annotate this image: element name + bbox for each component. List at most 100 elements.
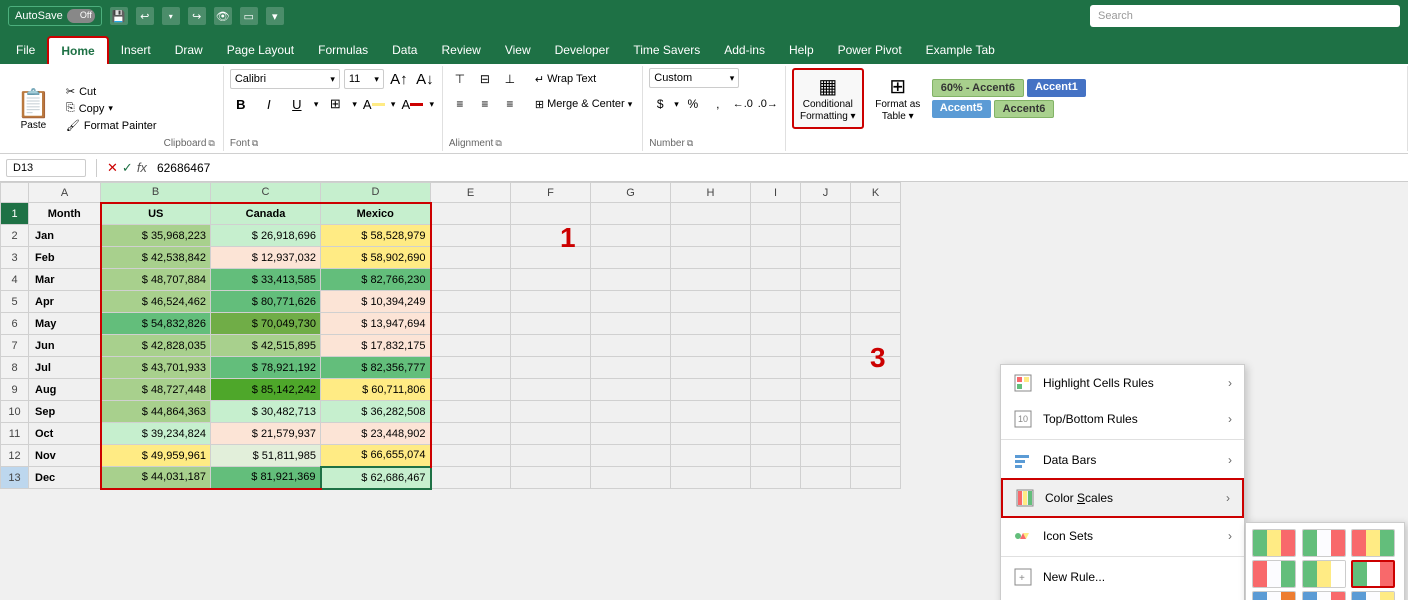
cell-3-mexico[interactable]: $ 58,902,690 bbox=[321, 247, 431, 269]
cell-8-col9[interactable] bbox=[801, 357, 851, 379]
cell-1-col4[interactable] bbox=[431, 203, 511, 225]
col-header-h[interactable]: H bbox=[671, 183, 751, 203]
cell-9-mexico[interactable]: $ 60,711,806 bbox=[321, 379, 431, 401]
cell-3-col4[interactable] bbox=[431, 247, 511, 269]
cell-12-col7[interactable] bbox=[671, 445, 751, 467]
menu-item-top-bottom[interactable]: 10 Top/Bottom Rules › bbox=[1001, 401, 1244, 437]
tab-review[interactable]: Review bbox=[429, 36, 492, 64]
autosave-toggle[interactable]: Off bbox=[67, 9, 95, 23]
cell-2-us[interactable]: $ 35,968,223 bbox=[101, 225, 211, 247]
cell-13-col5[interactable] bbox=[511, 467, 591, 489]
cell-2-canada[interactable]: $ 26,918,696 bbox=[211, 225, 321, 247]
cell-5-col5[interactable] bbox=[511, 291, 591, 313]
tab-file[interactable]: File bbox=[4, 36, 47, 64]
tab-addins[interactable]: Add-ins bbox=[712, 36, 777, 64]
font-expand[interactable]: ⧉ bbox=[252, 138, 258, 149]
cell-5-us[interactable]: $ 46,524,462 bbox=[101, 291, 211, 313]
cell-1-col8[interactable] bbox=[751, 203, 801, 225]
cell-5-month[interactable]: Apr bbox=[29, 291, 101, 313]
cell-10-us[interactable]: $ 44,864,363 bbox=[101, 401, 211, 423]
tab-time-savers[interactable]: Time Savers bbox=[621, 36, 712, 64]
cell-12-month[interactable]: Nov bbox=[29, 445, 101, 467]
style-chip-accent5[interactable]: Accent5 bbox=[932, 100, 991, 118]
cell-6-col7[interactable] bbox=[671, 313, 751, 335]
increase-font-button[interactable]: A↑ bbox=[388, 68, 410, 90]
font-color-button[interactable]: A bbox=[401, 93, 423, 115]
cell-2-col4[interactable] bbox=[431, 225, 511, 247]
undo-icon[interactable]: ↩ bbox=[136, 7, 154, 25]
cell-4-col10[interactable] bbox=[851, 269, 901, 291]
wrap-text-button[interactable]: ↵ Wrap Text bbox=[531, 68, 600, 90]
cell-6-col9[interactable] bbox=[801, 313, 851, 335]
cell-11-col9[interactable] bbox=[801, 423, 851, 445]
cell-6-col8[interactable] bbox=[751, 313, 801, 335]
cell-7-month[interactable]: Jun bbox=[29, 335, 101, 357]
cell-2-col10[interactable] bbox=[851, 225, 901, 247]
cell-6-mexico[interactable]: $ 13,947,694 bbox=[321, 313, 431, 335]
cell-10-mexico[interactable]: $ 36,282,508 bbox=[321, 401, 431, 423]
format-painter-button[interactable]: 🖌 Format Painter bbox=[63, 118, 160, 133]
cell-9-col6[interactable] bbox=[591, 379, 671, 401]
style-chip-accent1[interactable]: Accent1 bbox=[1027, 79, 1086, 97]
tab-view[interactable]: View bbox=[493, 36, 543, 64]
center-align-button[interactable]: ≡ bbox=[474, 93, 496, 115]
fill-dropdown[interactable]: ▾ bbox=[391, 99, 396, 110]
cell-13-mexico[interactable]: $ 62,686,467 bbox=[321, 467, 431, 489]
cell-8-canada[interactable]: $ 78,921,192 bbox=[211, 357, 321, 379]
cell-11-month[interactable]: Oct bbox=[29, 423, 101, 445]
cs-item-2[interactable] bbox=[1302, 529, 1346, 557]
cell-12-us[interactable]: $ 49,959,961 bbox=[101, 445, 211, 467]
copy-dropdown[interactable]: ▾ bbox=[108, 103, 113, 114]
cs-item-4[interactable] bbox=[1252, 560, 1296, 588]
cell-4-mexico[interactable]: $ 82,766,230 bbox=[321, 269, 431, 291]
menu-item-data-bars[interactable]: Data Bars › bbox=[1001, 442, 1244, 478]
tab-data[interactable]: Data bbox=[380, 36, 429, 64]
cell-9-col7[interactable] bbox=[671, 379, 751, 401]
menu-item-clear-rules[interactable]: Clear Rules › bbox=[1001, 595, 1244, 600]
cell-12-col4[interactable] bbox=[431, 445, 511, 467]
cell-1-b[interactable]: US bbox=[101, 203, 211, 225]
tab-insert[interactable]: Insert bbox=[109, 36, 163, 64]
cell-2-col7[interactable] bbox=[671, 225, 751, 247]
cell-10-col8[interactable] bbox=[751, 401, 801, 423]
cell-10-month[interactable]: Sep bbox=[29, 401, 101, 423]
cell-12-col5[interactable] bbox=[511, 445, 591, 467]
right-align-button[interactable]: ≡ bbox=[499, 93, 521, 115]
bottom-align-button[interactable]: ⊥ bbox=[499, 68, 521, 90]
cell-8-col6[interactable] bbox=[591, 357, 671, 379]
bold-button[interactable]: B bbox=[230, 93, 252, 115]
cell-7-col8[interactable] bbox=[751, 335, 801, 357]
tab-formulas[interactable]: Formulas bbox=[306, 36, 380, 64]
cell-1-col10[interactable] bbox=[851, 203, 901, 225]
cell-11-canada[interactable]: $ 21,579,937 bbox=[211, 423, 321, 445]
more-icon[interactable]: ▾ bbox=[266, 7, 284, 25]
underline-button[interactable]: U bbox=[286, 93, 308, 115]
cell-9-col5[interactable] bbox=[511, 379, 591, 401]
cell-7-col9[interactable] bbox=[801, 335, 851, 357]
font-size-selector[interactable]: 11 ▾ bbox=[344, 69, 384, 89]
cs-item-1[interactable] bbox=[1252, 529, 1296, 557]
cut-button[interactable]: ✂ Cut bbox=[63, 84, 160, 99]
cell-1-col5[interactable] bbox=[511, 203, 591, 225]
font-selector[interactable]: Calibri ▾ bbox=[230, 69, 340, 89]
cell-13-col10[interactable] bbox=[851, 467, 901, 489]
number-expand[interactable]: ⧉ bbox=[687, 138, 693, 149]
cell-13-us[interactable]: $ 44,031,187 bbox=[101, 467, 211, 489]
cell-5-col7[interactable] bbox=[671, 291, 751, 313]
cell-11-col8[interactable] bbox=[751, 423, 801, 445]
cell-6-col5[interactable] bbox=[511, 313, 591, 335]
cell-12-col8[interactable] bbox=[751, 445, 801, 467]
fill-color-button[interactable]: A bbox=[363, 93, 385, 115]
cell-3-col8[interactable] bbox=[751, 247, 801, 269]
cs-item-5[interactable] bbox=[1302, 560, 1346, 588]
cell-1-col7[interactable] bbox=[671, 203, 751, 225]
cell-7-mexico[interactable]: $ 17,832,175 bbox=[321, 335, 431, 357]
cell-8-col4[interactable] bbox=[431, 357, 511, 379]
col-header-e[interactable]: E bbox=[431, 183, 511, 203]
cell-5-canada[interactable]: $ 80,771,626 bbox=[211, 291, 321, 313]
increase-decimal-button[interactable]: .0→ bbox=[757, 93, 779, 115]
borders-button[interactable]: ⊞ bbox=[324, 93, 346, 115]
tab-help[interactable]: Help bbox=[777, 36, 826, 64]
cell-6-us[interactable]: $ 54,832,826 bbox=[101, 313, 211, 335]
cell-7-col4[interactable] bbox=[431, 335, 511, 357]
